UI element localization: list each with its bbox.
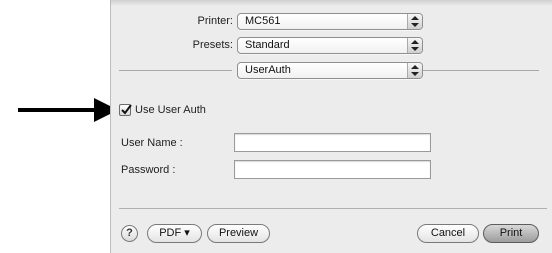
dialog-top-edge bbox=[111, 0, 552, 6]
cancel-button[interactable]: Cancel bbox=[417, 224, 479, 243]
help-button[interactable]: ? bbox=[121, 225, 138, 242]
printer-popup[interactable]: MC561 bbox=[237, 13, 423, 30]
footer-separator bbox=[119, 208, 547, 209]
separator-right bbox=[423, 70, 539, 71]
print-button[interactable]: Print bbox=[483, 224, 539, 243]
panel-popup[interactable]: UserAuth bbox=[237, 62, 423, 79]
print-dialog: Printer: MC561 Presets: Standard UserAut… bbox=[110, 0, 552, 253]
panel-value: UserAuth bbox=[245, 64, 291, 76]
presets-value: Standard bbox=[245, 39, 290, 51]
password-label: Password : bbox=[121, 164, 176, 176]
updown-arrows-icon bbox=[407, 38, 422, 53]
pdf-menu-button[interactable]: PDF ▾ bbox=[147, 224, 202, 243]
checkmark-icon bbox=[121, 104, 132, 115]
use-user-auth-label: Use User Auth bbox=[135, 104, 206, 116]
separator-left bbox=[119, 70, 232, 71]
printer-value: MC561 bbox=[245, 15, 281, 27]
user-name-label: User Name : bbox=[121, 137, 183, 149]
use-user-auth-checkbox[interactable] bbox=[119, 104, 132, 116]
presets-popup[interactable]: Standard bbox=[237, 37, 423, 54]
updown-arrows-icon bbox=[407, 14, 422, 29]
user-name-field[interactable] bbox=[234, 133, 431, 152]
updown-arrows-icon bbox=[407, 63, 422, 78]
password-field[interactable] bbox=[234, 160, 431, 179]
preview-button[interactable]: Preview bbox=[207, 224, 270, 243]
pointer-arrow-icon bbox=[18, 98, 118, 122]
printer-label: Printer: bbox=[197, 15, 233, 27]
presets-label: Presets: bbox=[192, 39, 233, 51]
